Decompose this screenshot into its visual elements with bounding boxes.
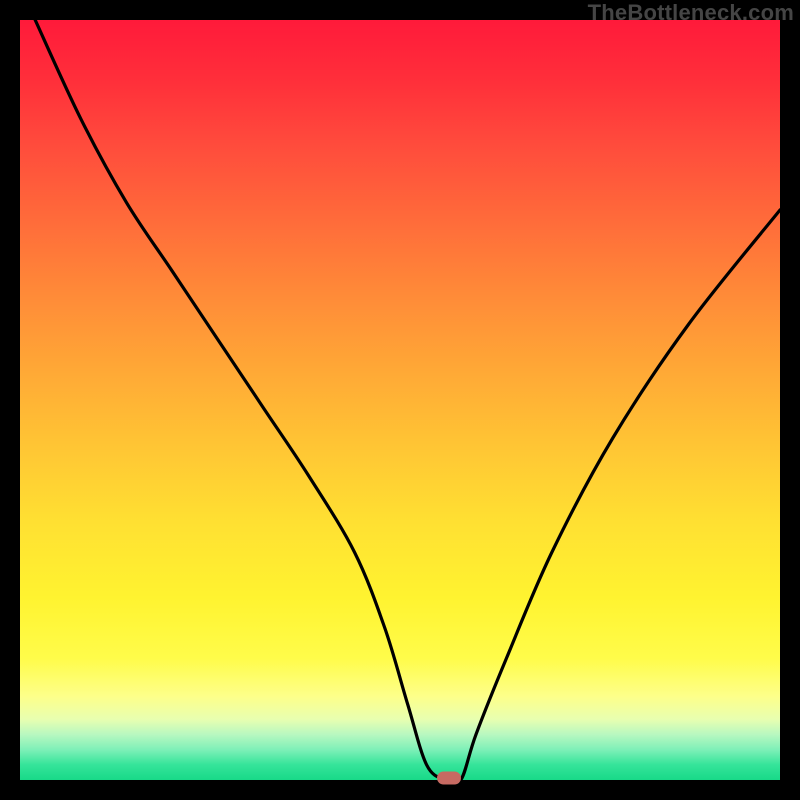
plot-area [20, 20, 780, 780]
watermark-text: TheBottleneck.com [588, 0, 794, 26]
optimal-marker [437, 772, 461, 785]
chart-frame: TheBottleneck.com [0, 0, 800, 800]
bottleneck-curve [20, 20, 780, 780]
